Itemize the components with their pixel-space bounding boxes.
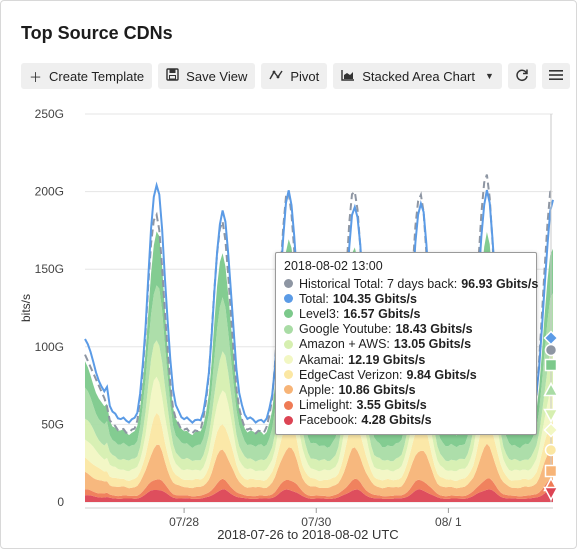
tooltip-row-label: Amazon + AWS: [299, 337, 390, 352]
series-color-dot [284, 370, 293, 380]
series-color-dot [284, 309, 293, 319]
series-color-dot [284, 339, 293, 349]
y-tick-label: 50G [41, 417, 64, 431]
pivot-label: Pivot [290, 68, 320, 84]
tooltip-row-label: EdgeCast Verizon: [299, 367, 403, 382]
chart-type-dropdown[interactable]: Stacked Area Chart ▼ [333, 63, 502, 89]
refresh-icon [515, 68, 529, 85]
series-marker [544, 464, 558, 478]
x-axis-label: 2018-07-26 to 2018-08-02 UTC [217, 527, 398, 542]
tooltip-row-label: Level3: [299, 306, 340, 321]
series-marker [544, 358, 558, 372]
tooltip-row: Google Youtube: 18.43 Gbits/s [284, 322, 528, 337]
pivot-icon [269, 69, 283, 84]
series-color-dot [284, 400, 293, 410]
chart-tooltip: 2018-08-02 13:00 Historical Total: 7 day… [275, 252, 538, 435]
series-color-dot [284, 385, 293, 395]
hamburger-icon [548, 69, 563, 84]
caret-down-icon: ▼ [485, 71, 494, 81]
series-marker [544, 343, 558, 357]
series-color-dot [284, 415, 293, 425]
save-icon [166, 68, 179, 84]
series-color-dot [284, 279, 293, 289]
create-template-label: Create Template [49, 68, 145, 84]
y-axis: 0 50G 100G 150G 200G 250G [35, 107, 65, 509]
series-color-dot [284, 294, 293, 304]
tooltip-row: Limelight: 3.55 Gbits/s [284, 398, 528, 413]
menu-button[interactable] [541, 63, 570, 89]
tooltip-row-value: 18.43 Gbits/s [395, 322, 473, 337]
tooltip-row-label: Historical Total: 7 days back: [299, 276, 458, 291]
x-tick-label: 08/ 1 [435, 515, 462, 529]
tooltip-row-value: 4.28 Gbits/s [361, 413, 432, 428]
tooltip-row: Apple: 10.86 Gbits/s [284, 382, 528, 397]
tooltip-row-label: Google Youtube: [299, 322, 392, 337]
tooltip-row-label: Facebook: [299, 413, 358, 428]
y-tick-label: 200G [35, 185, 64, 199]
tooltip-row-value: 3.55 Gbits/s [356, 398, 427, 413]
y-tick-label: 150G [35, 262, 64, 276]
tooltip-row-value: 96.93 Gbits/s [461, 276, 539, 291]
pivot-button[interactable]: Pivot [261, 63, 328, 89]
save-view-button[interactable]: Save View [158, 63, 256, 89]
tooltip-row-value: 13.05 Gbits/s [393, 337, 472, 352]
tooltip-row-value: 16.57 Gbits/s [343, 306, 421, 321]
tooltip-row-value: 12.19 Gbits/s [348, 352, 426, 367]
y-tick-label: 250G [35, 107, 64, 121]
chart-type-label: Stacked Area Chart [362, 68, 475, 84]
tooltip-rows: Historical Total: 7 days back: 96.93 Gbit… [284, 276, 538, 428]
y-tick-label: 100G [35, 340, 64, 354]
toolbar: ＋ Create Template Save View Pivot Stacke… [21, 63, 570, 89]
tooltip-row: Facebook: 4.28 Gbits/s [284, 413, 528, 428]
save-view-label: Save View [186, 68, 248, 84]
tooltip-row-label: Akamai: [299, 352, 345, 367]
x-axis: 07/28 07/30 08/ 1 [85, 507, 553, 529]
tooltip-row: Akamai: 12.19 Gbits/s [284, 352, 528, 367]
tooltip-row-label: Total: [299, 291, 329, 306]
refresh-button[interactable] [507, 63, 536, 89]
tooltip-row: Total: 104.35 Gbits/s [284, 291, 528, 306]
tooltip-date: 2018-08-02 13:00 [284, 259, 383, 273]
series-marker [544, 443, 558, 457]
panel-title: Top Source CDNs [21, 23, 173, 43]
tooltip-row: Level3: 16.57 Gbits/s [284, 306, 528, 321]
area-chart-icon [341, 69, 355, 84]
plus-icon: ＋ [29, 69, 43, 85]
y-tick-label: 0 [57, 495, 64, 509]
tooltip-row-label: Apple: [299, 382, 335, 397]
create-template-button[interactable]: ＋ Create Template [21, 63, 153, 89]
series-color-dot [284, 324, 293, 334]
tooltip-row: Historical Total: 7 days back: 96.93 Gbit… [284, 276, 538, 291]
tooltip-row: EdgeCast Verizon: 9.84 Gbits/s [284, 367, 528, 382]
tooltip-row-label: Limelight: [299, 398, 353, 413]
tooltip-row-value: 9.84 Gbits/s [406, 367, 477, 382]
tooltip-row: Amazon + AWS: 13.05 Gbits/s [284, 337, 528, 352]
tooltip-row-value: 10.86 Gbits/s [338, 382, 416, 397]
y-axis-label: bits/s [19, 294, 33, 322]
x-tick-label: 07/28 [169, 515, 199, 529]
tooltip-row-value: 104.35 Gbits/s [332, 291, 417, 306]
series-color-dot [284, 355, 293, 365]
